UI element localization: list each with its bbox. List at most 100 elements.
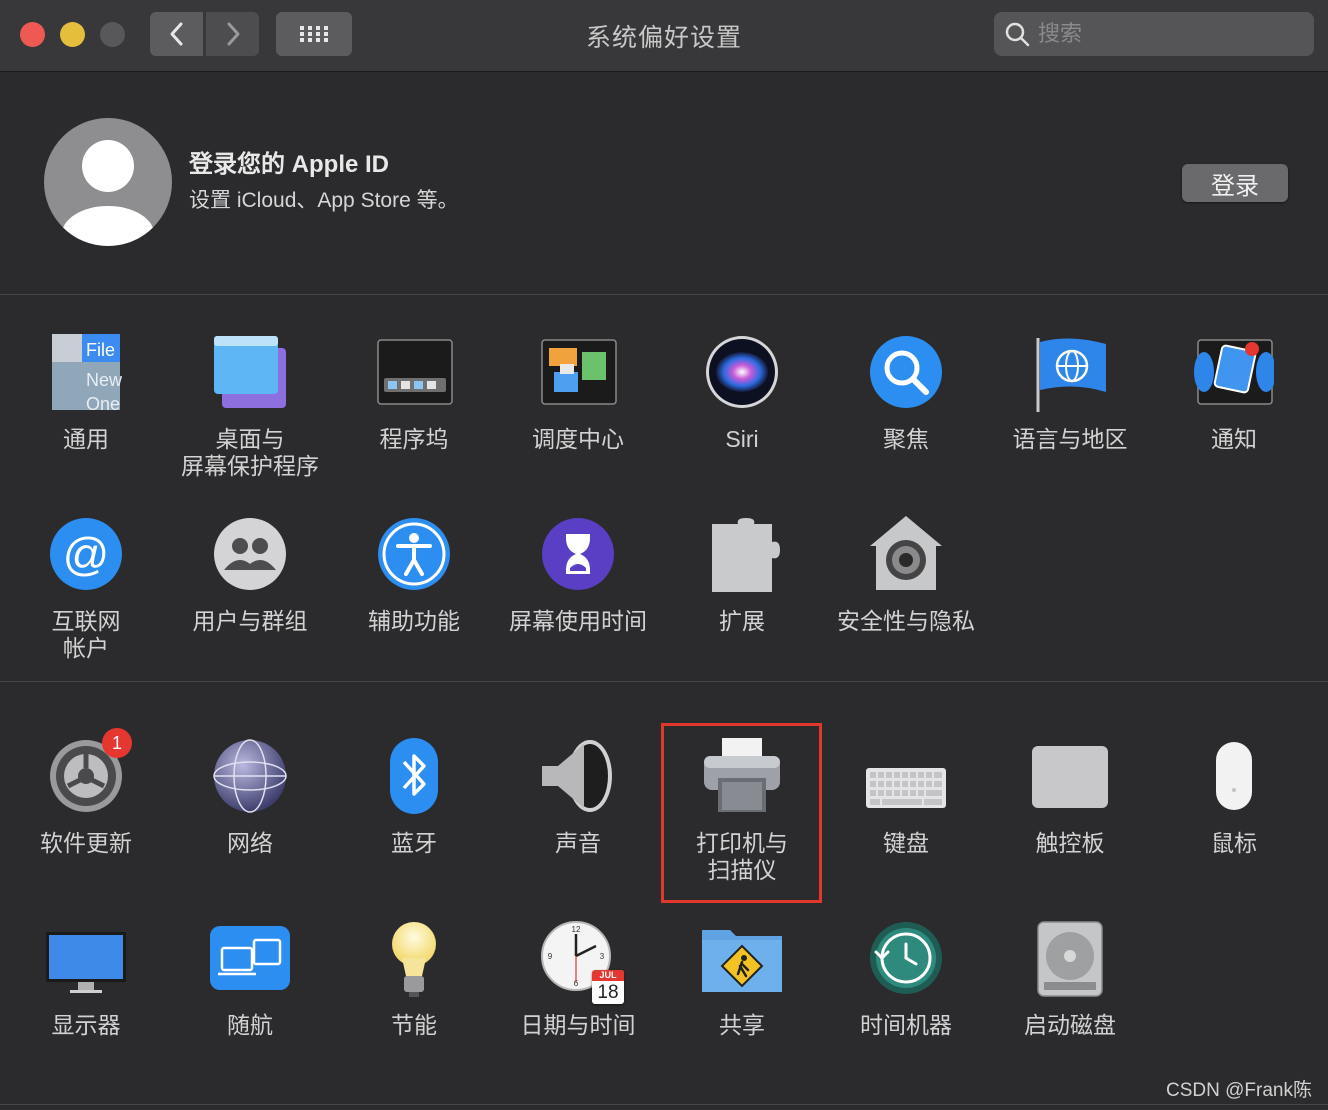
avatar[interactable] [44, 118, 172, 246]
pref-label: 蓝牙 [391, 830, 437, 856]
calendar-day: 18 [597, 982, 619, 1003]
extensions-icon [702, 516, 782, 596]
svg-text:12: 12 [572, 925, 581, 934]
language-region-icon [1030, 334, 1110, 414]
pref-label: 安全性与隐私 [837, 608, 975, 634]
pref-label: 程序坞 [379, 426, 449, 452]
chevron-left-icon [170, 22, 182, 46]
section-divider [0, 681, 1328, 682]
search-icon [1005, 22, 1030, 47]
general-icon-file: File [86, 340, 115, 360]
sound-icon [538, 738, 618, 818]
time-machine-icon [866, 920, 946, 1000]
pref-label: 互联网 帐户 [51, 608, 121, 661]
trackpad-icon [1030, 738, 1110, 818]
general-icon-one: One [86, 394, 120, 414]
close-window-button[interactable] [20, 22, 45, 47]
pref-mission-control[interactable]: 调度中心 [496, 334, 660, 453]
pref-label: 桌面与 屏幕保护程序 [181, 426, 319, 479]
pref-date-time[interactable]: 12 3 6 9 JUL 18 日期与时间 [496, 920, 660, 1039]
pref-time-machine[interactable]: 时间机器 [824, 920, 988, 1039]
bluetooth-icon [374, 738, 454, 818]
bottom-divider [0, 1104, 1328, 1105]
login-button[interactable]: 登录 [1182, 164, 1288, 202]
pref-displays[interactable]: 显示器 [4, 920, 168, 1039]
pref-label: 软件更新 [40, 830, 132, 856]
pref-trackpad[interactable]: 触控板 [988, 738, 1152, 857]
siri-icon [702, 334, 782, 414]
chevron-right-icon [227, 22, 239, 46]
pref-label: 通知 [1211, 426, 1257, 452]
pref-mouse[interactable]: 鼠标 [1152, 738, 1316, 857]
pref-label: 扩展 [719, 608, 765, 634]
pref-label: 调度中心 [532, 426, 624, 452]
user-silhouette-icon [62, 140, 154, 246]
pref-internet-accounts[interactable]: @ 互联网 帐户 [4, 516, 168, 662]
pref-label: 节能 [391, 1012, 437, 1038]
accessibility-icon [374, 516, 454, 596]
pref-spotlight[interactable]: 聚焦 [824, 334, 988, 453]
apple-id-section: 登录您的 Apple ID 设置 iCloud、App Store 等。 登录 [0, 72, 1328, 295]
svg-text:3: 3 [600, 952, 605, 961]
pref-language-region[interactable]: 语言与地区 [988, 334, 1152, 453]
pref-sound[interactable]: 声音 [496, 738, 660, 857]
spotlight-icon [866, 334, 946, 414]
mission-control-icon [538, 334, 618, 414]
pref-label: 显示器 [51, 1012, 121, 1038]
software-update-icon: 1 [46, 728, 132, 818]
svg-text:9: 9 [548, 952, 553, 961]
startup-disk-icon [1030, 920, 1110, 1000]
minimize-window-button[interactable] [60, 22, 85, 47]
pref-security-privacy[interactable]: 安全性与隐私 [824, 516, 988, 635]
pref-label: 随航 [227, 1012, 273, 1038]
pref-general[interactable]: File New One 通用 [4, 334, 168, 453]
show-all-button[interactable] [276, 12, 352, 56]
search-field[interactable] [994, 12, 1314, 56]
update-count-badge: 1 [102, 728, 132, 758]
mouse-icon [1194, 738, 1274, 818]
pref-network[interactable]: 网络 [168, 738, 332, 857]
title-bar: 系统偏好设置 [0, 0, 1328, 72]
printers-highlight-box [661, 723, 822, 903]
pref-label: 共享 [719, 1012, 765, 1038]
pref-dock[interactable]: 程序坞 [332, 334, 496, 453]
notifications-icon [1194, 334, 1276, 414]
pref-sidecar[interactable]: 随航 [168, 920, 332, 1039]
pref-notifications[interactable]: 通知 [1152, 334, 1316, 453]
pref-energy-saver[interactable]: 节能 [332, 920, 496, 1039]
apple-id-subtitle: 设置 iCloud、App Store 等。 [189, 189, 459, 212]
search-input[interactable] [1038, 21, 1298, 47]
apple-id-title: 登录您的 Apple ID [189, 151, 390, 178]
pref-keyboard[interactable]: 键盘 [824, 738, 988, 857]
display-icon [46, 920, 126, 1000]
sidecar-icon [210, 920, 290, 1000]
security-privacy-icon [866, 516, 946, 596]
svg-text:@: @ [63, 528, 110, 580]
pref-label: 网络 [227, 830, 273, 856]
back-button[interactable] [150, 12, 203, 56]
pref-startup-disk[interactable]: 启动磁盘 [988, 920, 1152, 1039]
pref-extensions[interactable]: 扩展 [660, 516, 824, 635]
pref-siri[interactable]: Siri [660, 334, 824, 453]
pref-label: 辅助功能 [368, 608, 460, 634]
grid-icon [300, 26, 328, 42]
pref-sharing[interactable]: 共享 [660, 920, 824, 1039]
pref-screen-time[interactable]: 屏幕使用时间 [496, 516, 660, 635]
pref-users-groups[interactable]: 用户与群组 [168, 516, 332, 635]
pref-desktop-screensaver[interactable]: 桌面与 屏幕保护程序 [168, 334, 332, 480]
internet-accounts-icon: @ [46, 516, 126, 596]
keyboard-icon [866, 738, 946, 818]
pref-software-update[interactable]: 1 软件更新 [4, 728, 168, 857]
zoom-window-button[interactable] [100, 22, 125, 47]
pref-label: 日期与时间 [520, 1012, 636, 1038]
pref-label: Siri [725, 426, 759, 452]
pref-accessibility[interactable]: 辅助功能 [332, 516, 496, 635]
pref-label: 鼠标 [1211, 830, 1257, 856]
pref-label: 通用 [63, 426, 109, 452]
network-icon [210, 738, 290, 818]
calendar-month: JUL [592, 970, 624, 981]
pref-label: 语言与地区 [1012, 426, 1128, 452]
pref-bluetooth[interactable]: 蓝牙 [332, 738, 496, 857]
pref-label: 用户与群组 [192, 608, 308, 634]
forward-button[interactable] [206, 12, 259, 56]
